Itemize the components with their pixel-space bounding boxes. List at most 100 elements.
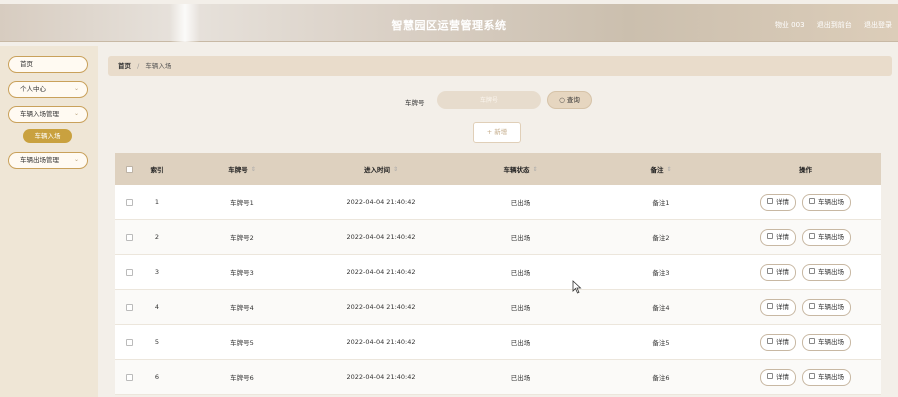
sort-icon: ⇕ [392, 165, 399, 173]
vehicle-exit-button-label: 车辆出场 [818, 267, 844, 276]
detail-button-label: 详情 [776, 337, 789, 346]
cell-actions: 详情 车辆出场 [730, 185, 881, 219]
document-icon [809, 303, 815, 309]
cell-time: 2022-04-04 21:40:42 [346, 198, 416, 206]
sidebar-item-label: 车辆入场管理 [20, 110, 59, 118]
sidebar-subitem-vehicle-entry[interactable]: 车辆入场 [23, 129, 72, 143]
detail-button[interactable]: 详情 [760, 228, 796, 246]
cell-note: 备注6 [652, 374, 670, 382]
row-checkbox[interactable] [125, 303, 133, 311]
detail-button[interactable]: 详情 [760, 333, 796, 351]
plate-search-input[interactable] [437, 91, 541, 109]
header-actions: 物业 003 退出到前台 退出登录 [765, 20, 892, 30]
detail-button[interactable]: 详情 [760, 298, 796, 316]
add-button[interactable]: + 新增 [473, 122, 521, 143]
back-to-frontend-link[interactable]: 退出到前台 [817, 21, 852, 29]
sidebar-item-personal-center[interactable]: 个人中心 ⌄ [8, 81, 88, 98]
table-row: 5 车牌号5 2022-04-04 21:40:42 已出场 备注5 详情 车辆出场 [115, 325, 881, 360]
document-icon [809, 198, 815, 204]
column-header-time[interactable]: 进入时间 ⇕ [313, 153, 449, 185]
cell-status: 已出场 [510, 374, 531, 382]
mouse-cursor-icon [572, 280, 582, 294]
row-checkbox[interactable] [125, 233, 133, 241]
document-icon [767, 373, 773, 379]
select-all-cell [115, 153, 143, 185]
cell-actions: 详情 车辆出场 [730, 255, 881, 289]
cell-plate: 车牌号2 [230, 234, 254, 242]
detail-button-label: 详情 [776, 372, 789, 381]
column-header-label: 车牌号 [228, 166, 248, 174]
detail-button[interactable]: 详情 [760, 368, 796, 386]
vehicle-exit-button[interactable]: 车辆出场 [802, 333, 851, 351]
column-header-label: 车辆状态 [503, 166, 530, 174]
chevron-down-icon: ⌄ [73, 85, 79, 92]
cell-index: 4 [154, 303, 160, 311]
sidebar: 首页 个人中心 ⌄ 车辆入场管理 ⌄ 车辆入场 车辆出场管理 ⌄ [0, 46, 98, 397]
document-icon [809, 233, 815, 239]
sort-icon: ⇕ [532, 165, 538, 173]
detail-button[interactable]: 详情 [760, 193, 796, 211]
search-label: 车牌号 [405, 99, 425, 107]
vehicle-entry-table: 索引 车牌号 ⇕ 进入时间 ⇕ 车辆状态 ⇕ 备注 ⇕ 操作 1 车牌号1 2022-04-… [115, 153, 881, 397]
cell-status: 已出场 [510, 199, 531, 207]
sidebar-item-vehicle-entry[interactable]: 车辆入场管理 ⌄ [8, 106, 88, 123]
row-select-cell [115, 360, 143, 394]
cell-index: 5 [154, 338, 160, 346]
search-button[interactable]: ○ 查询 [547, 91, 592, 109]
vehicle-exit-button-label: 车辆出场 [818, 302, 844, 311]
cell-time: 2022-04-04 21:40:42 [346, 303, 416, 311]
row-checkbox[interactable] [125, 373, 133, 381]
logout-link[interactable]: 退出登录 [864, 21, 892, 29]
column-header-status[interactable]: 车辆状态 ⇕ [449, 153, 592, 185]
document-icon [767, 268, 773, 274]
cell-time: 2022-04-04 21:40:42 [346, 233, 416, 241]
table-row: 2 车牌号2 2022-04-04 21:40:42 已出场 备注2 详情 车辆出场 [115, 220, 881, 255]
cell-time: 2022-04-04 21:40:42 [346, 338, 416, 346]
column-header-actions: 操作 [730, 153, 881, 185]
vehicle-exit-button[interactable]: 车辆出场 [802, 193, 851, 211]
cell-actions: 详情 车辆出场 [730, 325, 881, 359]
sidebar-item-home[interactable]: 首页 [8, 56, 88, 73]
cell-plate: 车牌号1 [230, 199, 254, 207]
detail-button[interactable]: 详情 [760, 263, 796, 281]
row-checkbox[interactable] [125, 338, 133, 346]
vehicle-exit-button[interactable]: 车辆出场 [802, 298, 851, 316]
sidebar-item-label: 个人中心 [20, 85, 46, 93]
table-header: 索引 车牌号 ⇕ 进入时间 ⇕ 车辆状态 ⇕ 备注 ⇕ 操作 [115, 153, 881, 185]
cell-index: 6 [154, 373, 160, 381]
app-title: 智慧园区运营管理系统 [391, 19, 507, 32]
vehicle-exit-button[interactable]: 车辆出场 [802, 263, 851, 281]
search-button-label: 查询 [566, 96, 580, 104]
cell-actions: 详情 车辆出场 [730, 220, 881, 254]
cell-status: 已出场 [510, 269, 531, 277]
table-row: 1 车牌号1 2022-04-04 21:40:42 已出场 备注1 详情 车辆出场 [115, 185, 881, 220]
breadcrumb-home[interactable]: 首页 [118, 62, 131, 70]
detail-button-label: 详情 [776, 197, 789, 206]
document-icon [767, 338, 773, 344]
row-checkbox[interactable] [125, 198, 133, 206]
column-header-label: 索引 [150, 166, 164, 174]
vehicle-exit-button[interactable]: 车辆出场 [802, 368, 851, 386]
cell-plate: 车牌号6 [230, 374, 254, 382]
column-header-label: 备注 [650, 166, 664, 174]
cell-time: 2022-04-04 21:40:42 [346, 373, 416, 381]
row-checkbox[interactable] [125, 268, 133, 276]
column-header-note[interactable]: 备注 ⇕ [592, 153, 730, 185]
document-icon [809, 338, 815, 344]
cell-plate: 车牌号4 [230, 304, 254, 312]
cell-note: 备注1 [652, 199, 670, 207]
select-all-checkbox[interactable] [125, 165, 133, 173]
column-header-index: 索引 [143, 153, 171, 185]
column-header-plate[interactable]: 车牌号 ⇕ [171, 153, 313, 185]
vehicle-exit-button[interactable]: 车辆出场 [802, 228, 851, 246]
vehicle-exit-button-label: 车辆出场 [818, 337, 844, 346]
row-select-cell [115, 255, 143, 289]
sidebar-item-vehicle-exit[interactable]: 车辆出场管理 ⌄ [8, 152, 88, 169]
breadcrumb-current: 车辆入场 [145, 62, 172, 70]
search-icon: ○ [559, 96, 565, 104]
sidebar-item-label: 首页 [20, 60, 33, 68]
cell-status: 已出场 [510, 304, 531, 312]
breadcrumb: 首页 / 车辆入场 [108, 56, 892, 76]
document-icon [809, 373, 815, 379]
chevron-down-icon: ⌄ [73, 156, 79, 163]
